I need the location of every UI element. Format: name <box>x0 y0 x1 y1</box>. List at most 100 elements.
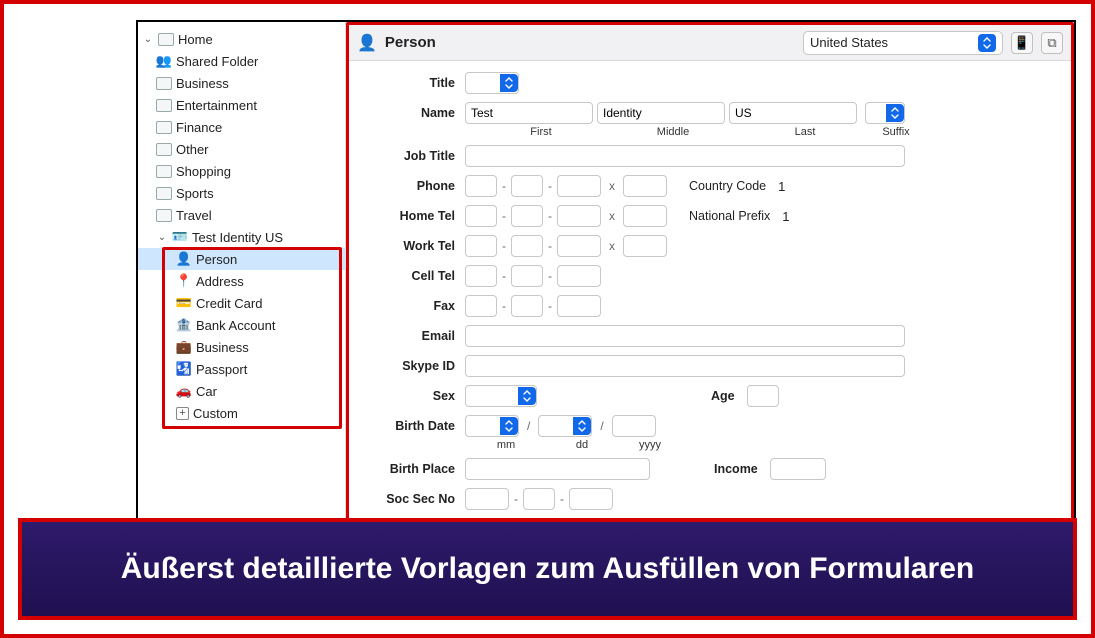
title-select[interactable] <box>465 72 519 94</box>
label-birth-date: Birth Date <box>361 419 465 433</box>
sublabel-yyyy: yyyy <box>627 439 673 451</box>
folder-icon <box>156 185 172 201</box>
main-header: 👤 Person United States 📱 ⧉ <box>349 25 1071 61</box>
phone-seg2[interactable] <box>511 175 543 197</box>
bank-icon: 🏦 <box>176 317 192 333</box>
row-sex-age: Sex Age <box>361 384 1059 408</box>
country-select[interactable]: United States <box>803 31 1003 55</box>
hometel-seg3[interactable] <box>557 205 601 227</box>
row-fax: Fax - - <box>361 294 1059 318</box>
shared-folder-icon: 👥 <box>156 53 172 69</box>
copy-button[interactable]: ⧉ <box>1041 32 1063 54</box>
sidebar-item-label: Finance <box>176 120 222 135</box>
row-home-tel: Home Tel - - x National Prefix 1 <box>361 204 1059 228</box>
middle-name-input[interactable] <box>597 102 725 124</box>
sidebar-item-shared-folder[interactable]: 👥 Shared Folder <box>138 50 345 72</box>
hometel-seg2[interactable] <box>511 205 543 227</box>
sidebar-item-label: Address <box>196 274 244 289</box>
phone-seg1[interactable] <box>465 175 497 197</box>
plus-icon: + <box>176 407 189 420</box>
copy-icon: ⧉ <box>1047 35 1056 51</box>
sidebar-item-label: Bank Account <box>196 318 276 333</box>
suffix-select[interactable] <box>865 102 905 124</box>
row-birth-date: Birth Date / <box>361 414 1059 438</box>
sublabel-suffix: Suffix <box>871 126 921 138</box>
income-input[interactable] <box>770 458 826 480</box>
birth-month-select[interactable] <box>465 415 519 437</box>
fax-seg3[interactable] <box>557 295 601 317</box>
chevron-updown-icon <box>573 417 591 435</box>
last-name-input[interactable] <box>729 102 857 124</box>
ssn-seg3[interactable] <box>569 488 613 510</box>
sidebar-item-business[interactable]: 💼 Business <box>138 336 345 358</box>
sidebar-item-other[interactable]: Other <box>138 138 345 160</box>
sublabel-last: Last <box>739 126 871 138</box>
ssn-seg1[interactable] <box>465 488 509 510</box>
label-fax: Fax <box>361 299 465 313</box>
worktel-seg1[interactable] <box>465 235 497 257</box>
device-button[interactable]: 📱 <box>1011 32 1033 54</box>
sidebar-home[interactable]: ⌄ Home <box>138 28 345 50</box>
birth-year-input[interactable] <box>612 415 656 437</box>
page-title: Person <box>385 34 436 51</box>
sidebar-item-label: Car <box>196 384 217 399</box>
sidebar-item-custom[interactable]: + Custom <box>138 402 345 424</box>
sidebar-item-person[interactable]: 👤 Person <box>138 248 345 270</box>
fax-seg1[interactable] <box>465 295 497 317</box>
sublabel-middle: Middle <box>607 126 739 138</box>
age-input[interactable] <box>747 385 779 407</box>
chevron-updown-icon <box>500 417 518 435</box>
worktel-seg3[interactable] <box>557 235 601 257</box>
worktel-seg2[interactable] <box>511 235 543 257</box>
email-input[interactable] <box>465 325 905 347</box>
folder-icon <box>156 163 172 179</box>
job-title-input[interactable] <box>465 145 905 167</box>
chevron-updown-icon <box>978 34 996 52</box>
hometel-ext[interactable] <box>623 205 667 227</box>
skype-input[interactable] <box>465 355 905 377</box>
chevron-updown-icon <box>500 74 518 92</box>
passport-icon: 🛂 <box>176 361 192 377</box>
sidebar-item-credit-card[interactable]: 💳 Credit Card <box>138 292 345 314</box>
hometel-seg1[interactable] <box>465 205 497 227</box>
sidebar-item-label: Other <box>176 142 209 157</box>
label-income: Income <box>714 462 758 476</box>
sidebar-item-car[interactable]: 🚗 Car <box>138 380 345 402</box>
sidebar-item-address[interactable]: 📍 Address <box>138 270 345 292</box>
sidebar-item-label: Travel <box>176 208 212 223</box>
briefcase-icon: 💼 <box>176 339 192 355</box>
label-birth-place: Birth Place <box>361 462 465 476</box>
row-skype: Skype ID <box>361 354 1059 378</box>
label-email: Email <box>361 329 465 343</box>
sidebar-item-entertainment[interactable]: Entertainment <box>138 94 345 116</box>
celltel-seg1[interactable] <box>465 265 497 287</box>
sidebar-item-sports[interactable]: Sports <box>138 182 345 204</box>
sidebar-item-finance[interactable]: Finance <box>138 116 345 138</box>
ext-x: x <box>605 179 619 193</box>
pin-icon: 📍 <box>176 273 192 289</box>
value-country-code: 1 <box>778 179 785 194</box>
sidebar-item-business[interactable]: Business <box>138 72 345 94</box>
sidebar-identity-folder[interactable]: ⌄ 🪪 Test Identity US <box>138 226 345 248</box>
country-select-value: United States <box>810 35 978 50</box>
ssn-seg2[interactable] <box>523 488 555 510</box>
label-age: Age <box>711 389 735 403</box>
sidebar-item-bank-account[interactable]: 🏦 Bank Account <box>138 314 345 336</box>
label-work-tel: Work Tel <box>361 239 465 253</box>
fax-seg2[interactable] <box>511 295 543 317</box>
sex-select[interactable] <box>465 385 537 407</box>
label-name: Name <box>361 106 465 120</box>
celltel-seg3[interactable] <box>557 265 601 287</box>
birth-place-input[interactable] <box>465 458 650 480</box>
worktel-ext[interactable] <box>623 235 667 257</box>
birth-day-select[interactable] <box>538 415 592 437</box>
label-sex: Sex <box>361 389 465 403</box>
celltel-seg2[interactable] <box>511 265 543 287</box>
sidebar-item-shopping[interactable]: Shopping <box>138 160 345 182</box>
sidebar-item-passport[interactable]: 🛂 Passport <box>138 358 345 380</box>
phone-ext[interactable] <box>623 175 667 197</box>
row-work-tel: Work Tel - - x <box>361 234 1059 258</box>
sidebar-item-travel[interactable]: Travel <box>138 204 345 226</box>
phone-seg3[interactable] <box>557 175 601 197</box>
first-name-input[interactable] <box>465 102 593 124</box>
